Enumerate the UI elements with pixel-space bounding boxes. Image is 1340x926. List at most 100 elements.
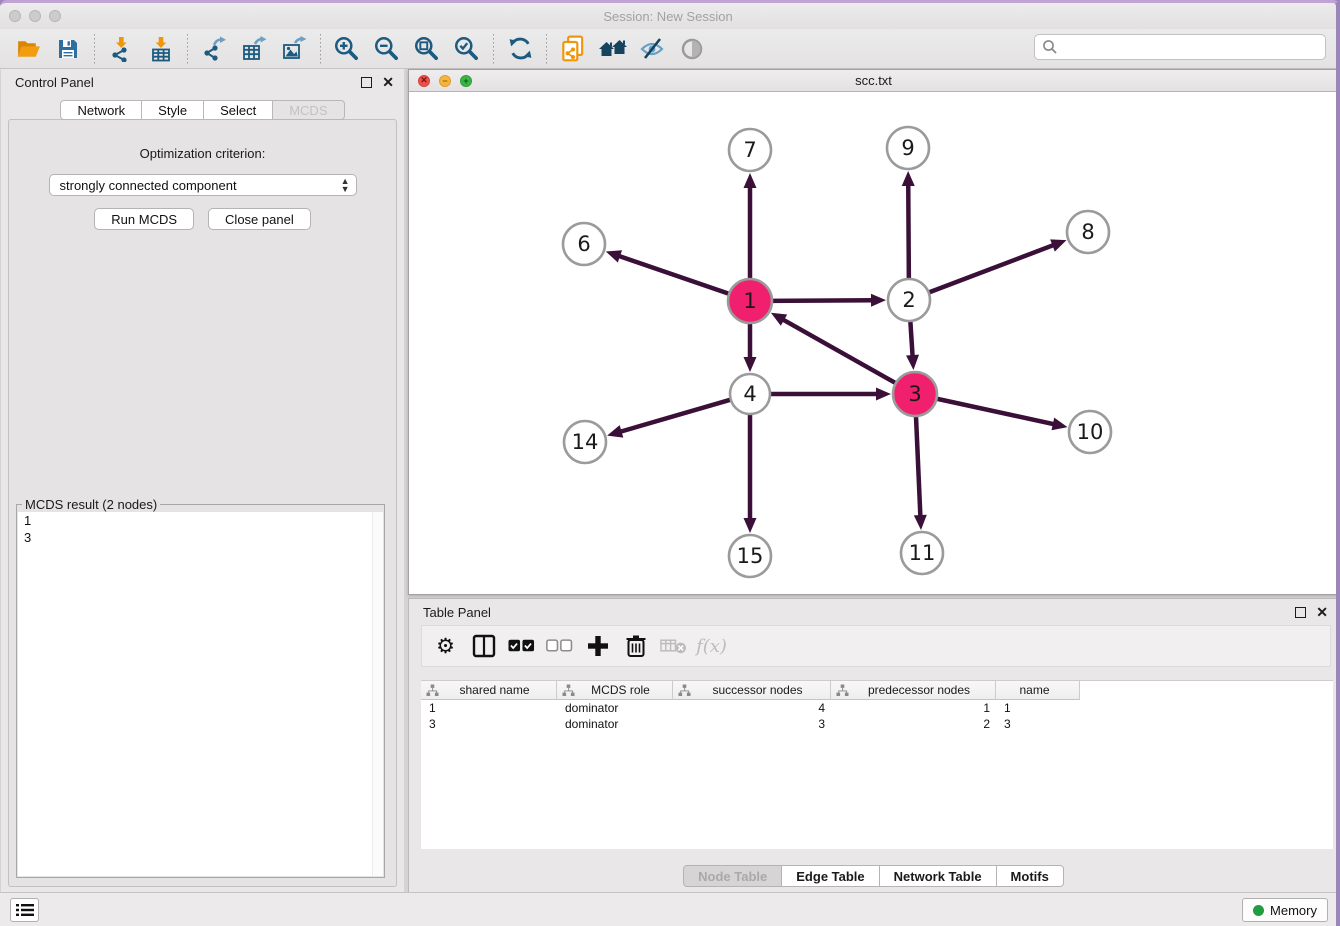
show-all-button[interactable] bbox=[593, 32, 633, 66]
tab-network-table[interactable]: Network Table bbox=[880, 865, 997, 887]
graph-edge[interactable] bbox=[780, 318, 897, 384]
column-header-name[interactable]: name bbox=[996, 681, 1080, 700]
export-network-icon bbox=[201, 36, 227, 62]
import-network-button[interactable] bbox=[101, 32, 141, 66]
column-header-predecessor-nodes[interactable]: predecessor nodes bbox=[831, 681, 996, 700]
graph-edge[interactable] bbox=[616, 255, 731, 294]
hide-selected-button[interactable] bbox=[633, 32, 673, 66]
copy-network-icon bbox=[559, 35, 587, 63]
eye-slash-icon bbox=[639, 36, 667, 62]
cell-successor-nodes: 3 bbox=[673, 716, 831, 732]
graph-edge[interactable] bbox=[927, 244, 1056, 293]
attribute-icon bbox=[426, 684, 439, 697]
unchecked-boxes-icon bbox=[546, 639, 573, 653]
table-settings-button[interactable]: ⚙ bbox=[432, 633, 459, 660]
tab-motifs[interactable]: Motifs bbox=[997, 865, 1064, 887]
optimization-criterion-value: strongly connected component bbox=[60, 178, 237, 193]
close-panel-icon[interactable]: ✕ bbox=[1316, 607, 1328, 618]
export-image-button[interactable] bbox=[274, 32, 314, 66]
tab-network[interactable]: Network bbox=[60, 100, 142, 120]
select-all-button[interactable] bbox=[508, 633, 535, 660]
delete-column-button[interactable] bbox=[622, 633, 649, 660]
network-frame-titlebar: ✕ − + scc.txt bbox=[409, 70, 1338, 92]
window-titlebar: Session: New Session bbox=[0, 3, 1336, 29]
show-view-button[interactable] bbox=[673, 32, 713, 66]
table-panel-title: Table Panel bbox=[419, 605, 1295, 620]
graph-edge-arrow bbox=[744, 518, 757, 533]
function-builder-button[interactable]: f(x) bbox=[698, 633, 725, 660]
import-network-icon bbox=[108, 36, 134, 62]
mcds-result-list[interactable]: 1 3 bbox=[18, 512, 383, 876]
add-column-button[interactable] bbox=[584, 633, 611, 660]
network-canvas[interactable]: 7968124314101511 bbox=[409, 92, 1338, 594]
toolbar-separator bbox=[546, 34, 547, 64]
cell-shared-name: 3 bbox=[421, 716, 557, 732]
optimization-criterion-select[interactable]: strongly connected component ▲▼ bbox=[49, 174, 357, 196]
tab-style[interactable]: Style bbox=[142, 100, 204, 120]
export-image-icon bbox=[281, 36, 307, 62]
refresh-layout-icon bbox=[507, 35, 534, 62]
fit-content-icon bbox=[413, 35, 441, 63]
attribute-icon bbox=[836, 684, 849, 697]
import-table-button[interactable] bbox=[141, 32, 181, 66]
table-row[interactable]: 3 dominator 3 2 3 bbox=[421, 716, 1333, 732]
network-graph: 7968124314101511 bbox=[409, 92, 1338, 594]
cell-predecessor-nodes: 1 bbox=[831, 700, 996, 716]
status-bar: Memory bbox=[0, 892, 1336, 926]
cell-shared-name: 1 bbox=[421, 700, 557, 716]
column-header-mcds-role[interactable]: MCDS role bbox=[557, 681, 673, 700]
table-panel: Table Panel ✕ ⚙ bbox=[408, 598, 1339, 895]
delete-table-button[interactable] bbox=[660, 633, 687, 660]
tab-node-table[interactable]: Node Table bbox=[683, 865, 782, 887]
memory-button[interactable]: Memory bbox=[1242, 898, 1328, 922]
toolbar-separator bbox=[187, 34, 188, 64]
export-network-button[interactable] bbox=[194, 32, 234, 66]
float-panel-icon[interactable] bbox=[361, 77, 372, 88]
search-input[interactable] bbox=[1059, 37, 1325, 57]
export-table-button[interactable] bbox=[234, 32, 274, 66]
graph-edge[interactable] bbox=[770, 300, 875, 301]
graph-node-label: 1 bbox=[743, 289, 756, 313]
graph-edge-arrow bbox=[914, 515, 927, 530]
cell-predecessor-nodes: 2 bbox=[831, 716, 996, 732]
task-history-button[interactable] bbox=[10, 898, 39, 922]
graph-node-label: 15 bbox=[737, 544, 764, 568]
graph-edge[interactable] bbox=[908, 182, 909, 281]
apply-layout-button[interactable] bbox=[500, 32, 540, 66]
deselect-all-button[interactable] bbox=[546, 633, 573, 660]
column-view-button[interactable] bbox=[470, 633, 497, 660]
graph-edge[interactable] bbox=[916, 414, 921, 519]
close-panel-icon[interactable]: ✕ bbox=[382, 77, 394, 88]
save-session-button[interactable] bbox=[48, 32, 88, 66]
graph-node-label: 6 bbox=[577, 232, 590, 256]
attribute-icon bbox=[562, 684, 575, 697]
fit-content-button[interactable] bbox=[407, 32, 447, 66]
memory-label: Memory bbox=[1270, 903, 1317, 918]
table-row[interactable]: 1 dominator 4 1 1 bbox=[421, 700, 1333, 716]
graph-edge[interactable] bbox=[618, 399, 733, 432]
table-toolbar: ⚙ bbox=[421, 625, 1331, 667]
open-session-button[interactable] bbox=[8, 32, 48, 66]
graph-node-label: 7 bbox=[743, 138, 756, 162]
graph-edge[interactable] bbox=[935, 398, 1057, 425]
zoom-in-button[interactable] bbox=[327, 32, 367, 66]
column-header-shared-name[interactable]: shared name bbox=[421, 681, 557, 700]
float-panel-icon[interactable] bbox=[1295, 607, 1306, 618]
graph-edge-arrow bbox=[1051, 418, 1067, 431]
graph-edge[interactable] bbox=[910, 319, 913, 359]
zoom-out-button[interactable] bbox=[367, 32, 407, 66]
graph-node-label: 10 bbox=[1077, 420, 1104, 444]
new-network-from-selection-button[interactable] bbox=[553, 32, 593, 66]
trash-icon bbox=[625, 634, 647, 658]
list-icon bbox=[16, 903, 34, 917]
close-panel-button[interactable]: Close panel bbox=[208, 208, 311, 230]
tab-select[interactable]: Select bbox=[204, 100, 273, 120]
graph-edge-arrow bbox=[607, 425, 623, 437]
tab-mcds[interactable]: MCDS bbox=[273, 100, 344, 120]
tab-edge-table[interactable]: Edge Table bbox=[782, 865, 879, 887]
column-header-successor-nodes[interactable]: successor nodes bbox=[673, 681, 831, 700]
zoom-selected-button[interactable] bbox=[447, 32, 487, 66]
result-scrollbar[interactable] bbox=[372, 512, 383, 876]
run-mcds-button[interactable]: Run MCDS bbox=[94, 208, 194, 230]
node-table: shared name MCDS role successor nodes pr… bbox=[421, 680, 1333, 849]
